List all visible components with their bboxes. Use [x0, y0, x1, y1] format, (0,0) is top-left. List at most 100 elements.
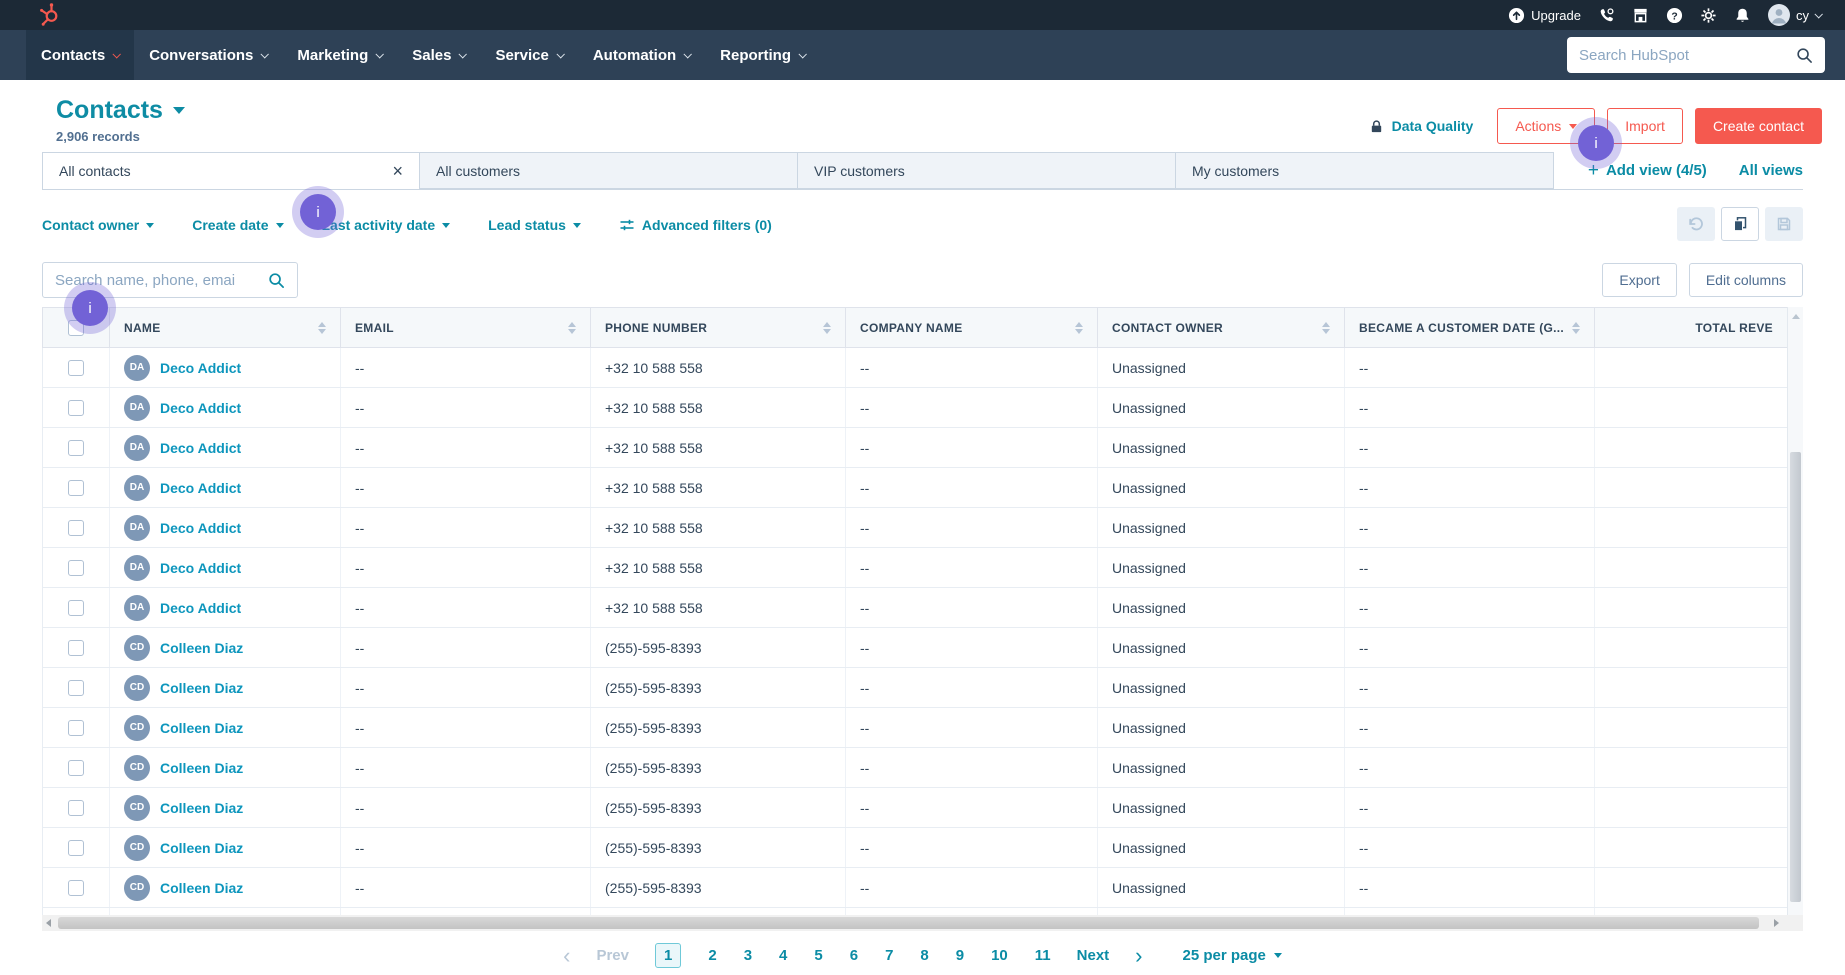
contact-name-link[interactable]: Colleen Diaz [160, 880, 243, 896]
filter-dropdown[interactable]: Lead status [488, 217, 581, 233]
vertical-scrollbar[interactable] [1787, 307, 1803, 915]
page-number[interactable]: 4 [779, 947, 787, 964]
edit-columns-button[interactable]: Edit columns [1688, 263, 1803, 297]
row-checkbox[interactable] [68, 360, 84, 377]
sort-icon[interactable] [1075, 321, 1083, 334]
contact-name-link[interactable]: Deco Addict [160, 480, 241, 496]
view-tab[interactable]: All contacts × [42, 152, 420, 189]
view-tab[interactable]: VIP customers [798, 152, 1176, 189]
vertical-scrollbar-thumb[interactable] [1790, 452, 1801, 902]
contact-name-link[interactable]: Deco Addict [160, 360, 241, 376]
row-checkbox[interactable] [68, 880, 84, 897]
info-marker[interactable]: i [1578, 125, 1614, 161]
scroll-right-arrow-icon[interactable] [1774, 919, 1779, 927]
sort-icon[interactable] [823, 321, 831, 334]
row-checkbox[interactable] [68, 520, 84, 537]
settings-gear-icon[interactable] [1700, 7, 1717, 24]
global-search[interactable] [1567, 37, 1825, 73]
contact-name-link[interactable]: Colleen Diaz [160, 800, 243, 816]
per-page-dropdown[interactable]: 25 per page [1182, 947, 1282, 964]
column-header[interactable]: COMPANY NAME [845, 307, 1098, 348]
row-checkbox[interactable] [68, 560, 84, 577]
sort-icon[interactable] [1572, 321, 1580, 334]
contact-name-link[interactable]: Deco Addict [160, 560, 241, 576]
page-title-dropdown[interactable]: Contacts [56, 96, 185, 125]
search-icon[interactable] [268, 272, 285, 289]
contact-name-link[interactable]: Colleen Diaz [160, 680, 243, 696]
prev-button[interactable]: Prev [596, 947, 629, 964]
nav-item[interactable]: Contacts [26, 30, 135, 80]
contact-name-link[interactable]: Deco Addict [160, 520, 241, 536]
row-checkbox[interactable] [68, 400, 84, 417]
create-contact-button[interactable]: Create contact [1694, 108, 1822, 144]
contact-name-link[interactable]: Colleen Diaz [160, 840, 243, 856]
row-checkbox[interactable] [68, 480, 84, 497]
row-checkbox[interactable] [68, 720, 84, 737]
sort-icon[interactable] [318, 321, 326, 334]
search-icon[interactable] [1796, 47, 1813, 64]
help-icon[interactable]: ? [1666, 7, 1683, 24]
contact-name-link[interactable]: Colleen Diaz [160, 760, 243, 776]
page-number[interactable]: 5 [814, 947, 822, 964]
nav-item[interactable]: Sales [397, 30, 480, 80]
filter-dropdown[interactable]: Contact owner [42, 217, 155, 233]
sort-icon[interactable] [568, 321, 576, 334]
page-number[interactable]: 6 [850, 947, 858, 964]
notifications-bell-icon[interactable] [1734, 7, 1751, 24]
row-checkbox[interactable] [68, 440, 84, 457]
column-header[interactable]: TOTAL REVE [1594, 307, 1788, 348]
view-tab[interactable]: My customers [1176, 152, 1554, 189]
column-header[interactable]: EMAIL [340, 307, 591, 348]
column-header[interactable]: CONTACT OWNER [1097, 307, 1345, 348]
upgrade-button[interactable]: Upgrade [1508, 7, 1581, 24]
data-quality-link[interactable]: Data Quality [1369, 118, 1473, 134]
row-checkbox[interactable] [68, 680, 84, 697]
page-number[interactable]: 7 [885, 947, 893, 964]
filter-dropdown[interactable]: Create date [192, 217, 284, 233]
info-marker[interactable]: i [300, 194, 336, 230]
page-number[interactable]: 1 [655, 943, 682, 968]
close-icon[interactable]: × [392, 162, 403, 180]
page-number[interactable]: 2 [708, 947, 716, 964]
contact-name-link[interactable]: Colleen Diaz [160, 640, 243, 656]
add-view-button[interactable]: + Add view (4/5) [1588, 161, 1707, 180]
user-menu[interactable]: cy [1768, 4, 1823, 26]
filter-dropdown[interactable]: Last activity date [322, 217, 451, 233]
clone-view-button[interactable] [1721, 207, 1759, 241]
calls-icon[interactable] [1598, 7, 1615, 24]
page-number[interactable]: 11 [1035, 947, 1051, 964]
column-header[interactable]: NAME [109, 307, 341, 348]
row-checkbox[interactable] [68, 760, 84, 777]
nav-item[interactable]: Reporting [705, 30, 820, 80]
page-number[interactable]: 9 [956, 947, 964, 964]
nav-item[interactable]: Marketing [282, 30, 397, 80]
page-number[interactable]: 8 [920, 947, 928, 964]
page-number[interactable]: 10 [991, 947, 1008, 964]
horizontal-scrollbar[interactable] [42, 915, 1803, 931]
next-chevron-icon[interactable]: › [1135, 944, 1142, 967]
marketplace-icon[interactable] [1632, 7, 1649, 24]
row-checkbox[interactable] [68, 800, 84, 817]
contact-search-input[interactable] [55, 271, 260, 289]
contact-name-link[interactable]: Deco Addict [160, 600, 241, 616]
next-button[interactable]: Next [1077, 947, 1110, 964]
info-marker[interactable]: i [72, 290, 108, 326]
scroll-up-arrow-icon[interactable] [1792, 314, 1800, 319]
global-search-input[interactable] [1579, 46, 1788, 64]
nav-item[interactable]: Automation [578, 30, 705, 80]
column-header[interactable]: BECAME A CUSTOMER DATE (G... [1344, 307, 1595, 348]
undo-button[interactable] [1677, 207, 1715, 241]
nav-item[interactable]: Service [480, 30, 577, 80]
sort-icon[interactable] [1322, 321, 1330, 334]
all-views-link[interactable]: All views [1739, 162, 1803, 179]
advanced-filters-button[interactable]: Advanced filters (0) [619, 217, 772, 233]
page-number[interactable]: 3 [744, 947, 752, 964]
export-button[interactable]: Export [1602, 263, 1677, 297]
view-tab[interactable]: All customers [420, 152, 798, 189]
import-button[interactable]: Import [1607, 108, 1683, 144]
scroll-left-arrow-icon[interactable] [46, 919, 51, 927]
prev-chevron-icon[interactable]: ‹ [563, 944, 570, 967]
horizontal-scrollbar-thumb[interactable] [58, 917, 1759, 929]
save-view-button[interactable] [1765, 207, 1803, 241]
hubspot-logo-icon[interactable] [38, 2, 62, 28]
